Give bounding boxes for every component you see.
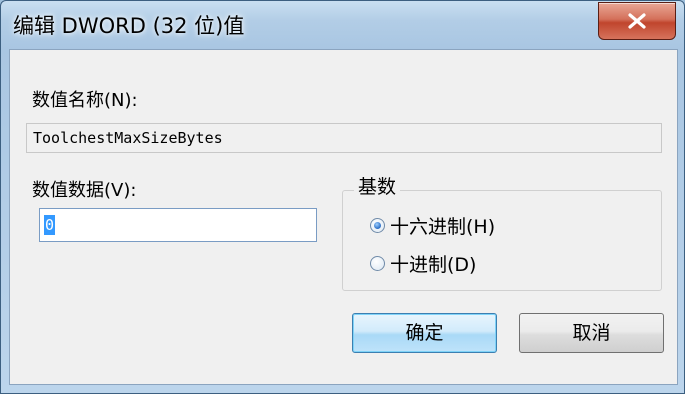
- base-group-title: 基数: [354, 172, 401, 199]
- radio-unchecked-icon[interactable]: [370, 256, 385, 271]
- dialog-title: 编辑 DWORD (32 位)值: [13, 14, 245, 38]
- radio-decimal-label: 十进制(D): [390, 254, 477, 276]
- radio-hexadecimal-label: 十六进制(H): [390, 216, 496, 238]
- edit-dword-dialog: 编辑 DWORD (32 位)值 数值名称(N): ToolchestMaxSi…: [0, 0, 685, 394]
- title-bar[interactable]: 编辑 DWORD (32 位)值: [1, 1, 684, 49]
- dialog-client-area: 数值名称(N): ToolchestMaxSizeBytes 数值数据(V): …: [9, 49, 678, 385]
- value-name-field[interactable]: ToolchestMaxSizeBytes: [26, 123, 662, 153]
- cancel-button[interactable]: 取消: [519, 313, 664, 353]
- value-data-label: 数值数据(V):: [32, 180, 137, 201]
- close-button[interactable]: [598, 2, 676, 40]
- radio-checked-icon[interactable]: [370, 218, 385, 233]
- radio-hexadecimal[interactable]: 十六进制(H): [370, 212, 495, 239]
- value-data-text: 0: [44, 215, 56, 235]
- value-data-input[interactable]: 0: [39, 208, 317, 242]
- value-name-label: 数值名称(N):: [32, 90, 138, 111]
- ok-button[interactable]: 确定: [352, 313, 497, 353]
- radio-decimal[interactable]: 十进制(D): [370, 250, 476, 277]
- close-icon: [628, 13, 646, 29]
